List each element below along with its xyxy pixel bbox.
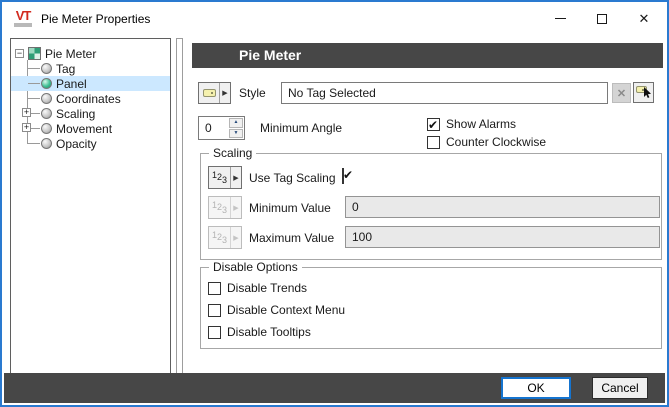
property-tree: − Pie Meter Tag Panel Coordinates + Scal… <box>10 38 171 374</box>
counter-clockwise-checkbox-row[interactable]: Counter Clockwise <box>427 135 546 149</box>
chevron-right-icon: ▶ <box>230 227 241 248</box>
sphere-icon-green <box>41 78 52 89</box>
show-alarms-label: Show Alarms <box>446 117 516 131</box>
disable-context-menu-checkbox-row[interactable]: Disable Context Menu <box>208 303 345 317</box>
sphere-icon <box>41 138 52 149</box>
tree-node-label: Tag <box>56 62 75 76</box>
tree-node-pie-meter[interactable]: − Pie Meter <box>11 46 170 61</box>
disable-trends-label: Disable Trends <box>227 281 307 295</box>
use-tag-scaling-checkbox[interactable] <box>342 168 344 184</box>
disable-context-menu-checkbox[interactable] <box>208 304 221 317</box>
sphere-icon <box>41 108 52 119</box>
panel-header-title: Pie Meter <box>192 43 663 68</box>
counter-clockwise-checkbox[interactable] <box>427 136 440 149</box>
numeric-123-icon: 123 <box>212 173 227 183</box>
tree-node-opacity[interactable]: Opacity <box>11 136 170 151</box>
spin-up-button[interactable]: ▲ <box>229 118 243 128</box>
disable-options-group-title: Disable Options <box>209 260 302 274</box>
disable-tooltips-checkbox-row[interactable]: Disable Tooltips <box>208 325 311 339</box>
scaling-group: Scaling 123 ▶ Use Tag Scaling 123 ▶ Mini… <box>200 153 662 260</box>
tree-node-label: Panel <box>56 77 87 91</box>
pie-meter-icon <box>28 47 41 60</box>
dialog-footer: OK Cancel <box>4 373 665 403</box>
disable-context-menu-label: Disable Context Menu <box>227 303 345 317</box>
tree-node-coordinates[interactable]: Coordinates <box>11 91 170 106</box>
tree-node-label: Pie Meter <box>45 47 96 61</box>
disable-trends-checkbox-row[interactable]: Disable Trends <box>208 281 307 295</box>
style-tag-input[interactable] <box>281 82 608 104</box>
counter-clockwise-label: Counter Clockwise <box>446 135 546 149</box>
disable-tooltips-checkbox[interactable] <box>208 326 221 339</box>
numeric-123-icon: 123 <box>212 233 227 243</box>
style-options-button[interactable]: ▶ <box>198 82 231 104</box>
vt-app-icon: VT <box>13 10 33 27</box>
tree-node-movement[interactable]: + Movement <box>11 121 170 136</box>
tree-node-label: Coordinates <box>56 92 121 106</box>
close-icon: ✕ <box>639 12 650 25</box>
tree-node-tag[interactable]: Tag <box>11 61 170 76</box>
scaling-group-title: Scaling <box>209 146 256 160</box>
clear-tag-button: ✕ <box>612 83 631 103</box>
maximize-icon <box>597 14 607 24</box>
use-tag-scaling-label: Use Tag Scaling <box>249 171 336 185</box>
close-button[interactable]: ✕ <box>623 4 665 33</box>
use-tag-scaling-expression-button[interactable]: 123 ▶ <box>208 166 242 189</box>
tree-node-panel[interactable]: Panel <box>11 76 170 91</box>
cancel-button[interactable]: Cancel <box>592 377 648 399</box>
vt-logo-bar <box>14 23 32 27</box>
show-alarms-checkbox[interactable] <box>427 118 440 131</box>
spin-down-button[interactable]: ▼ <box>229 129 243 139</box>
tree-node-label: Scaling <box>56 107 95 121</box>
disable-options-group: Disable Options Disable Trends Disable C… <box>200 267 662 349</box>
numeric-123-icon: 123 <box>212 203 227 213</box>
minimum-angle-spinner[interactable]: 0 ▲ ▼ <box>198 116 245 140</box>
select-tag-button[interactable] <box>633 82 654 103</box>
sphere-icon <box>41 123 52 134</box>
minimize-button[interactable] <box>539 4 581 33</box>
title-bar: VT Pie Meter Properties ✕ <box>4 4 665 33</box>
minimum-angle-value[interactable]: 0 <box>199 117 228 139</box>
clear-x-icon: ✕ <box>617 87 626 100</box>
tree-node-scaling[interactable]: + Scaling <box>11 106 170 121</box>
show-alarms-checkbox-row[interactable]: Show Alarms <box>427 117 516 131</box>
tree-node-label: Movement <box>56 122 112 136</box>
sphere-icon <box>41 93 52 104</box>
chevron-right-icon[interactable]: ▶ <box>219 83 230 103</box>
chevron-right-icon[interactable]: ▶ <box>230 167 241 188</box>
pie-meter-properties-dialog: VT Pie Meter Properties ✕ − Pie Meter Ta… <box>0 0 669 407</box>
minimum-value-label: Minimum Value <box>249 201 331 215</box>
sphere-icon <box>41 63 52 74</box>
cursor-arrow-icon <box>643 87 652 99</box>
maximize-button[interactable] <box>581 4 623 33</box>
expand-icon[interactable]: + <box>22 108 31 117</box>
ok-button[interactable]: OK <box>501 377 571 399</box>
disable-trends-checkbox[interactable] <box>208 282 221 295</box>
minimum-value-expression-button: 123 ▶ <box>208 196 242 219</box>
minimum-angle-label: Minimum Angle <box>260 121 342 135</box>
panel-splitter[interactable] <box>176 38 183 374</box>
chevron-right-icon: ▶ <box>230 197 241 218</box>
maximum-value-input <box>345 226 660 248</box>
panel-header: Pie Meter <box>192 43 663 68</box>
maximum-value-label: Maximum Value <box>249 231 334 245</box>
disable-tooltips-label: Disable Tooltips <box>227 325 311 339</box>
tree-node-label: Opacity <box>56 137 97 151</box>
minimum-value-input <box>345 196 660 218</box>
maximum-value-expression-button: 123 ▶ <box>208 226 242 249</box>
collapse-icon[interactable]: − <box>15 49 24 58</box>
tag-icon <box>203 89 216 97</box>
expand-icon[interactable]: + <box>22 123 31 132</box>
style-label: Style <box>239 86 266 100</box>
vt-logo-text: VT <box>16 10 31 22</box>
minimize-icon <box>555 18 566 19</box>
window-title: Pie Meter Properties <box>41 12 150 26</box>
